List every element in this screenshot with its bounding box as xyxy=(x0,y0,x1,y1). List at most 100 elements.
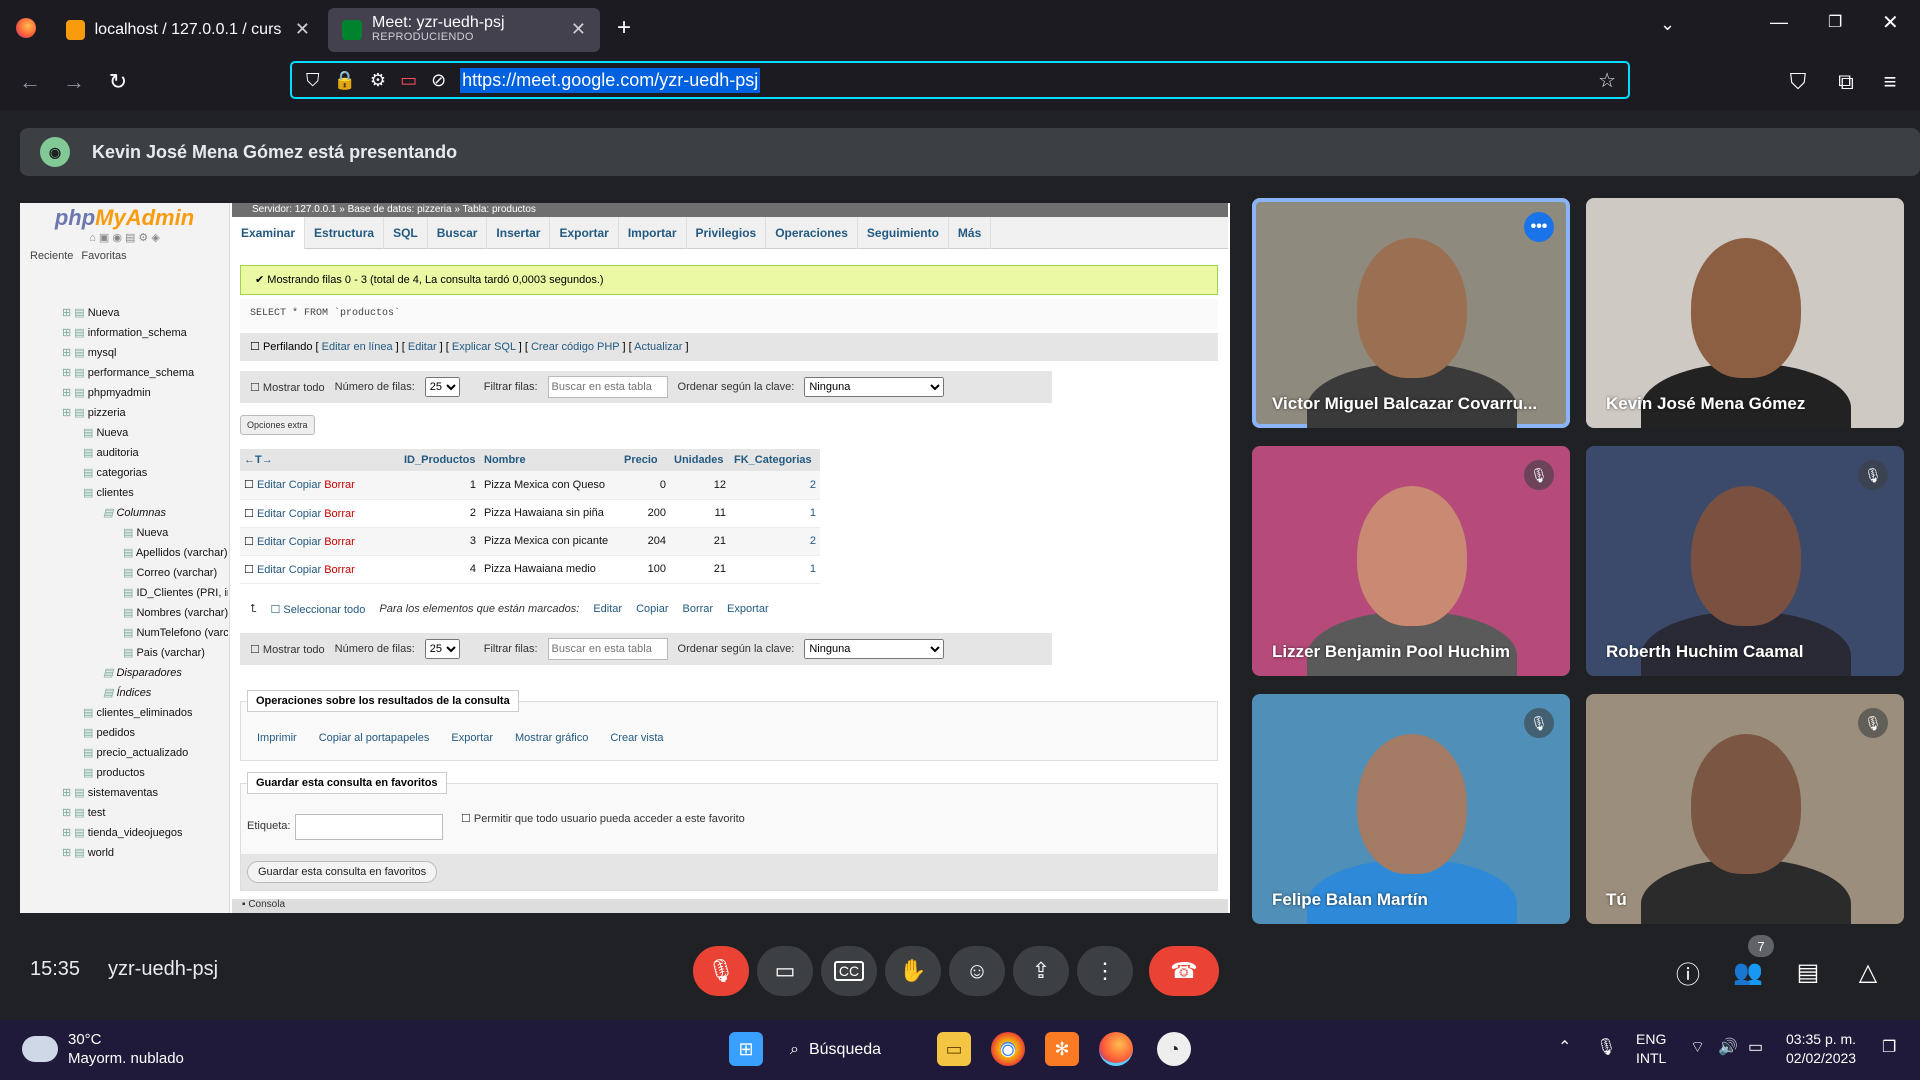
firefox-menu-icon[interactable] xyxy=(0,0,52,55)
row-edit-button[interactable]: Editar xyxy=(257,564,286,576)
tree-item[interactable]: ▤ pedidos xyxy=(28,723,228,743)
chat-button[interactable]: ▤ xyxy=(1786,950,1830,994)
row-checkbox[interactable]: ☐ xyxy=(244,564,254,576)
tab-recent[interactable]: Reciente xyxy=(30,250,73,262)
show-chart-button[interactable]: Mostrar gráfico xyxy=(515,732,588,744)
lock-icon[interactable]: 🔒 xyxy=(334,70,356,91)
tree-item[interactable]: ⊞ ▤ Nueva xyxy=(28,303,228,323)
tree-item[interactable]: ⊞ ▤ pizzeria xyxy=(28,403,228,423)
autoplay-icon[interactable]: ⊘ xyxy=(431,70,446,91)
link-edit[interactable]: Editar xyxy=(408,341,437,353)
link-edit-inline[interactable]: Editar en línea xyxy=(322,341,393,353)
tab-meet[interactable]: Meet: yzr-uedh-psj REPRODUCIENDO ✕ xyxy=(328,7,600,52)
filter-rows-input[interactable] xyxy=(547,376,668,398)
rows-select[interactable]: 25 xyxy=(424,639,460,659)
row-checkbox[interactable]: ☐ xyxy=(244,536,254,548)
reactions-button[interactable]: ☺ xyxy=(949,946,1005,996)
show-all-checkbox[interactable]: ☐ Mostrar todo xyxy=(250,643,325,656)
tree-item[interactable]: ⊞ ▤ phpmyadmin xyxy=(28,383,228,403)
row-delete-button[interactable]: Borrar xyxy=(324,508,355,520)
meeting-info-button[interactable]: ⓘ xyxy=(1666,950,1710,994)
menu-tab-insertar[interactable]: Insertar xyxy=(487,216,551,249)
pocket-icon[interactable]: ⛉ xyxy=(1776,64,1820,100)
marked-export-button[interactable]: Exportar xyxy=(727,603,769,615)
weather-widget[interactable]: 30°C Mayorm. nublado xyxy=(22,1030,184,1068)
console-bar[interactable]: ▪ Consola xyxy=(232,899,1228,913)
close-tab-icon[interactable]: ✕ xyxy=(281,19,310,40)
save-bookmark-button[interactable]: Guardar esta consulta en favoritos xyxy=(247,861,438,883)
battery-icon[interactable]: ▭ xyxy=(1748,1038,1763,1057)
link-explain[interactable]: Explicar SQL xyxy=(452,341,516,353)
more-options-button[interactable]: ⋮ xyxy=(1077,946,1133,996)
taskbar-clock[interactable]: 03:35 p. m. 02/02/2023 xyxy=(1786,1030,1856,1068)
tree-item[interactable]: ▤ Correo (varchar) xyxy=(28,563,228,583)
row-delete-button[interactable]: Borrar xyxy=(324,536,355,548)
language-indicator[interactable]: ENG INTL xyxy=(1636,1030,1666,1068)
firefox-taskbar-icon[interactable] xyxy=(1099,1032,1133,1066)
reload-icon[interactable]: ↻ xyxy=(96,64,140,100)
tree-item[interactable]: ⊞ ▤ sistemaventas xyxy=(28,783,228,803)
menu-tab-privilegios[interactable]: Privilegios xyxy=(687,216,767,249)
participant-tile[interactable]: ••• Victor Miguel Balcazar Covarru... xyxy=(1252,198,1570,428)
menu-tab-exportar[interactable]: Exportar xyxy=(550,216,619,249)
xampp-icon[interactable]: ✻ xyxy=(1045,1032,1079,1066)
tree-item[interactable]: ⊞ ▤ mysql xyxy=(28,343,228,363)
new-tab-button[interactable]: + xyxy=(600,14,648,42)
filter-rows-input[interactable] xyxy=(547,638,668,660)
participant-tile[interactable]: 🎙 Tú xyxy=(1586,694,1904,924)
tree-item[interactable]: ▤ clientes xyxy=(28,483,228,503)
row-checkbox[interactable]: ☐ xyxy=(244,479,254,491)
url-text[interactable]: https://meet.google.com/yzr-uedh-psj xyxy=(462,70,758,90)
menu-tab-operaciones[interactable]: Operaciones xyxy=(766,216,858,249)
close-tab-icon[interactable]: ✕ xyxy=(557,19,586,40)
tree-item[interactable]: ▤ Nueva xyxy=(28,423,228,443)
taskbar-search[interactable]: ⌕ Búsqueda xyxy=(790,1034,881,1066)
order-select[interactable]: Ninguna xyxy=(804,639,945,659)
tree-item[interactable]: ▤ categorias xyxy=(28,463,228,483)
menu-tab-sql[interactable]: SQL xyxy=(384,216,428,249)
activities-button[interactable]: △ xyxy=(1846,950,1890,994)
marked-edit-button[interactable]: Editar xyxy=(593,603,622,615)
tree-item[interactable]: ▤ NumTelefono (varchar xyxy=(28,623,228,643)
tree-item[interactable]: ⊞ ▤ tienda_videojuegos xyxy=(28,823,228,843)
restore-icon[interactable]: ❐ xyxy=(1828,12,1842,32)
url-bar[interactable]: ⛉ 🔒 ⚙ ▭ ⊘ https://meet.google.com/yzr-ue… xyxy=(290,61,1630,99)
tree-item[interactable]: ▤ Columnas xyxy=(28,503,228,523)
order-select[interactable]: Ninguna xyxy=(804,377,945,397)
tree-item[interactable]: ▤ Nombres (varchar) xyxy=(28,603,228,623)
captions-button[interactable]: CC xyxy=(821,946,877,996)
row-edit-button[interactable]: Editar xyxy=(257,479,286,491)
list-tabs-icon[interactable]: ⌄ xyxy=(1660,14,1675,35)
tree-item[interactable]: ▤ Nueva xyxy=(28,523,228,543)
tree-item[interactable]: ▤ precio_actualizado xyxy=(28,743,228,763)
create-view-button[interactable]: Crear vista xyxy=(610,732,663,744)
bookmark-label-input[interactable] xyxy=(295,814,443,840)
present-button[interactable]: ⇪ xyxy=(1013,946,1069,996)
file-explorer-icon[interactable]: ▭ xyxy=(937,1032,971,1066)
column-header[interactable]: Nombre xyxy=(480,449,620,471)
participant-tile[interactable]: 🎙 Felipe Balan Martín xyxy=(1252,694,1570,924)
bookmark-star-icon[interactable]: ☆ xyxy=(1598,68,1616,93)
link-refresh[interactable]: Actualizar xyxy=(634,341,682,353)
menu-tab-examinar[interactable]: Examinar xyxy=(232,216,306,249)
tree-item[interactable]: ▤ clientes_eliminados xyxy=(28,703,228,723)
tree-item[interactable]: ▤ Índices xyxy=(28,683,228,703)
row-checkbox[interactable]: ☐ xyxy=(244,508,254,520)
permissions-icon[interactable]: ⚙ xyxy=(370,70,386,91)
extensions-icon[interactable]: ⧉ xyxy=(1824,64,1868,100)
tray-chevron-icon[interactable]: ⌃ xyxy=(1558,1038,1571,1057)
tree-item[interactable]: ▤ Apellidos (varchar) xyxy=(28,543,228,563)
export-button[interactable]: Exportar xyxy=(451,732,493,744)
back-icon[interactable]: ← xyxy=(8,64,52,100)
column-header[interactable]: ID_Productos xyxy=(400,449,480,471)
raise-hand-button[interactable]: ✋ xyxy=(885,946,941,996)
select-all-checkbox[interactable]: ☐ Seleccionar todo xyxy=(271,603,366,616)
close-window-icon[interactable]: ✕ xyxy=(1882,10,1899,35)
column-arrows[interactable]: ←T→ xyxy=(240,449,400,471)
menu-tab-estructura[interactable]: Estructura xyxy=(305,216,385,249)
column-header[interactable]: Unidades xyxy=(670,449,730,471)
row-copy-button[interactable]: Copiar xyxy=(289,536,321,548)
menu-tab-importar[interactable]: Importar xyxy=(619,216,687,249)
extra-options-button[interactable]: Opciones extra xyxy=(240,415,315,435)
tree-item[interactable]: ▤ auditoria xyxy=(28,443,228,463)
